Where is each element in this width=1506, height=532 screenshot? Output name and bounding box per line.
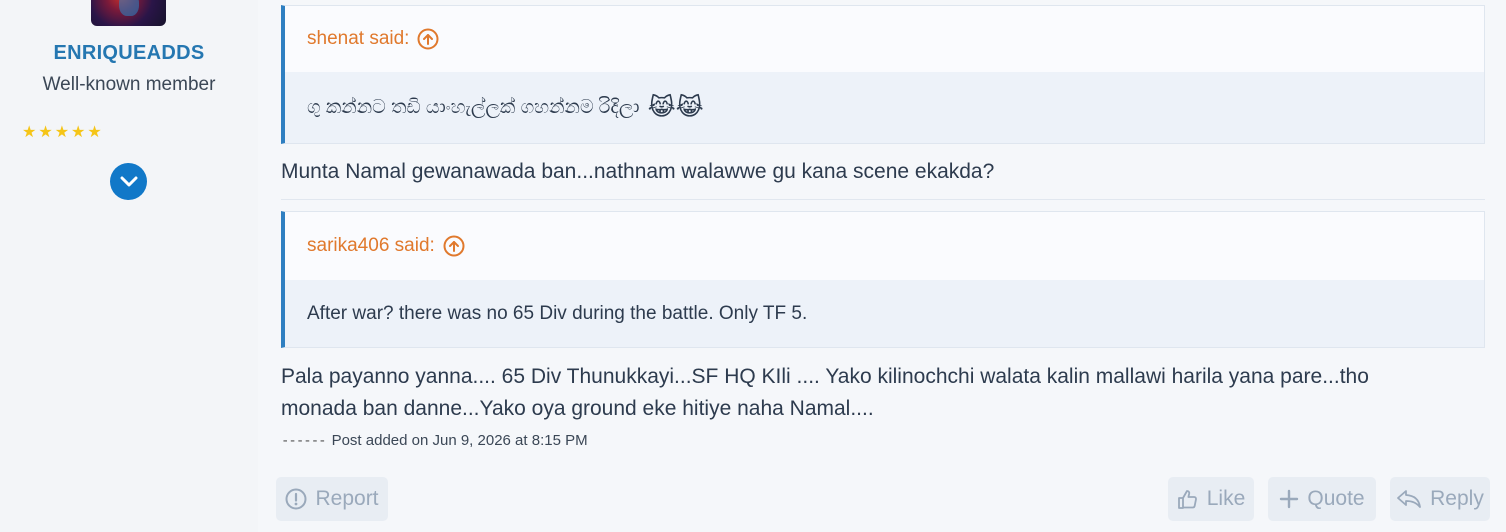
rating-stars: ★★★★★ xyxy=(22,124,104,141)
quote-text: ගු කන්නට තඩි යාංහැල්ලක් ගහන්නම රිදිලා xyxy=(307,96,640,118)
quote-button[interactable]: Quote xyxy=(1268,477,1376,521)
reply-arrow-icon xyxy=(1397,490,1422,508)
chevron-down-icon xyxy=(120,176,137,186)
user-title: Well-known member xyxy=(42,74,216,95)
quote-content: After war? there was no 65 Div during th… xyxy=(285,280,1484,347)
user-sidebar: ENRIQUEADDS Well-known member ★★★★★ xyxy=(0,0,258,532)
quote-content: ගු කන්නට තඩි යාංහැල්ලක් ගහන්නම රිදිලා 😹😹 xyxy=(285,72,1484,143)
arrow-up-circle-icon[interactable] xyxy=(417,28,439,50)
quote-text: After war? there was no 65 Div during th… xyxy=(307,302,808,324)
like-button[interactable]: Like xyxy=(1168,477,1254,521)
expand-user-info-button[interactable] xyxy=(110,163,147,200)
plus-icon xyxy=(1280,489,1299,509)
post-added-note: ------ Post added on Jun 9, 2026 at 8:15 … xyxy=(281,432,588,449)
report-label: Report xyxy=(315,487,379,510)
divider xyxy=(281,199,1485,200)
quote-author[interactable]: shenat said: xyxy=(307,28,409,50)
crying-cat-emoji: 😹😹 xyxy=(647,94,704,121)
reply-text: Pala payanno yanna.... 65 Div Thunukkayi… xyxy=(281,365,1369,420)
reply-text: Munta Namal gewanawada ban...nathnam wal… xyxy=(281,160,995,183)
quote-header[interactable]: sarika406 said: xyxy=(285,212,1484,280)
post-added-text: Post added on Jun 9, 2026 at 8:15 PM xyxy=(331,432,588,449)
quote-author[interactable]: sarika406 said: xyxy=(307,235,435,257)
username-link[interactable]: ENRIQUEADDS xyxy=(0,42,258,65)
reply-label: Reply xyxy=(1430,487,1484,510)
thumbs-up-icon xyxy=(1177,490,1197,509)
separator-dashes: ------ xyxy=(281,433,327,449)
quote-block: sarika406 said: After war? there was no … xyxy=(281,211,1485,348)
quote-label: Quote xyxy=(1307,487,1365,510)
quote-block: shenat said: ගු කන්නට තඩි යාංහැල්ලක් ගහන… xyxy=(281,5,1485,144)
quote-header[interactable]: shenat said: xyxy=(285,6,1484,72)
like-label: Like xyxy=(1206,487,1246,510)
arrow-up-circle-icon[interactable] xyxy=(443,235,465,257)
avatar[interactable] xyxy=(91,0,166,26)
alert-circle-icon xyxy=(285,488,307,510)
report-button[interactable]: Report xyxy=(276,477,388,521)
reply-button[interactable]: Reply xyxy=(1390,477,1490,521)
